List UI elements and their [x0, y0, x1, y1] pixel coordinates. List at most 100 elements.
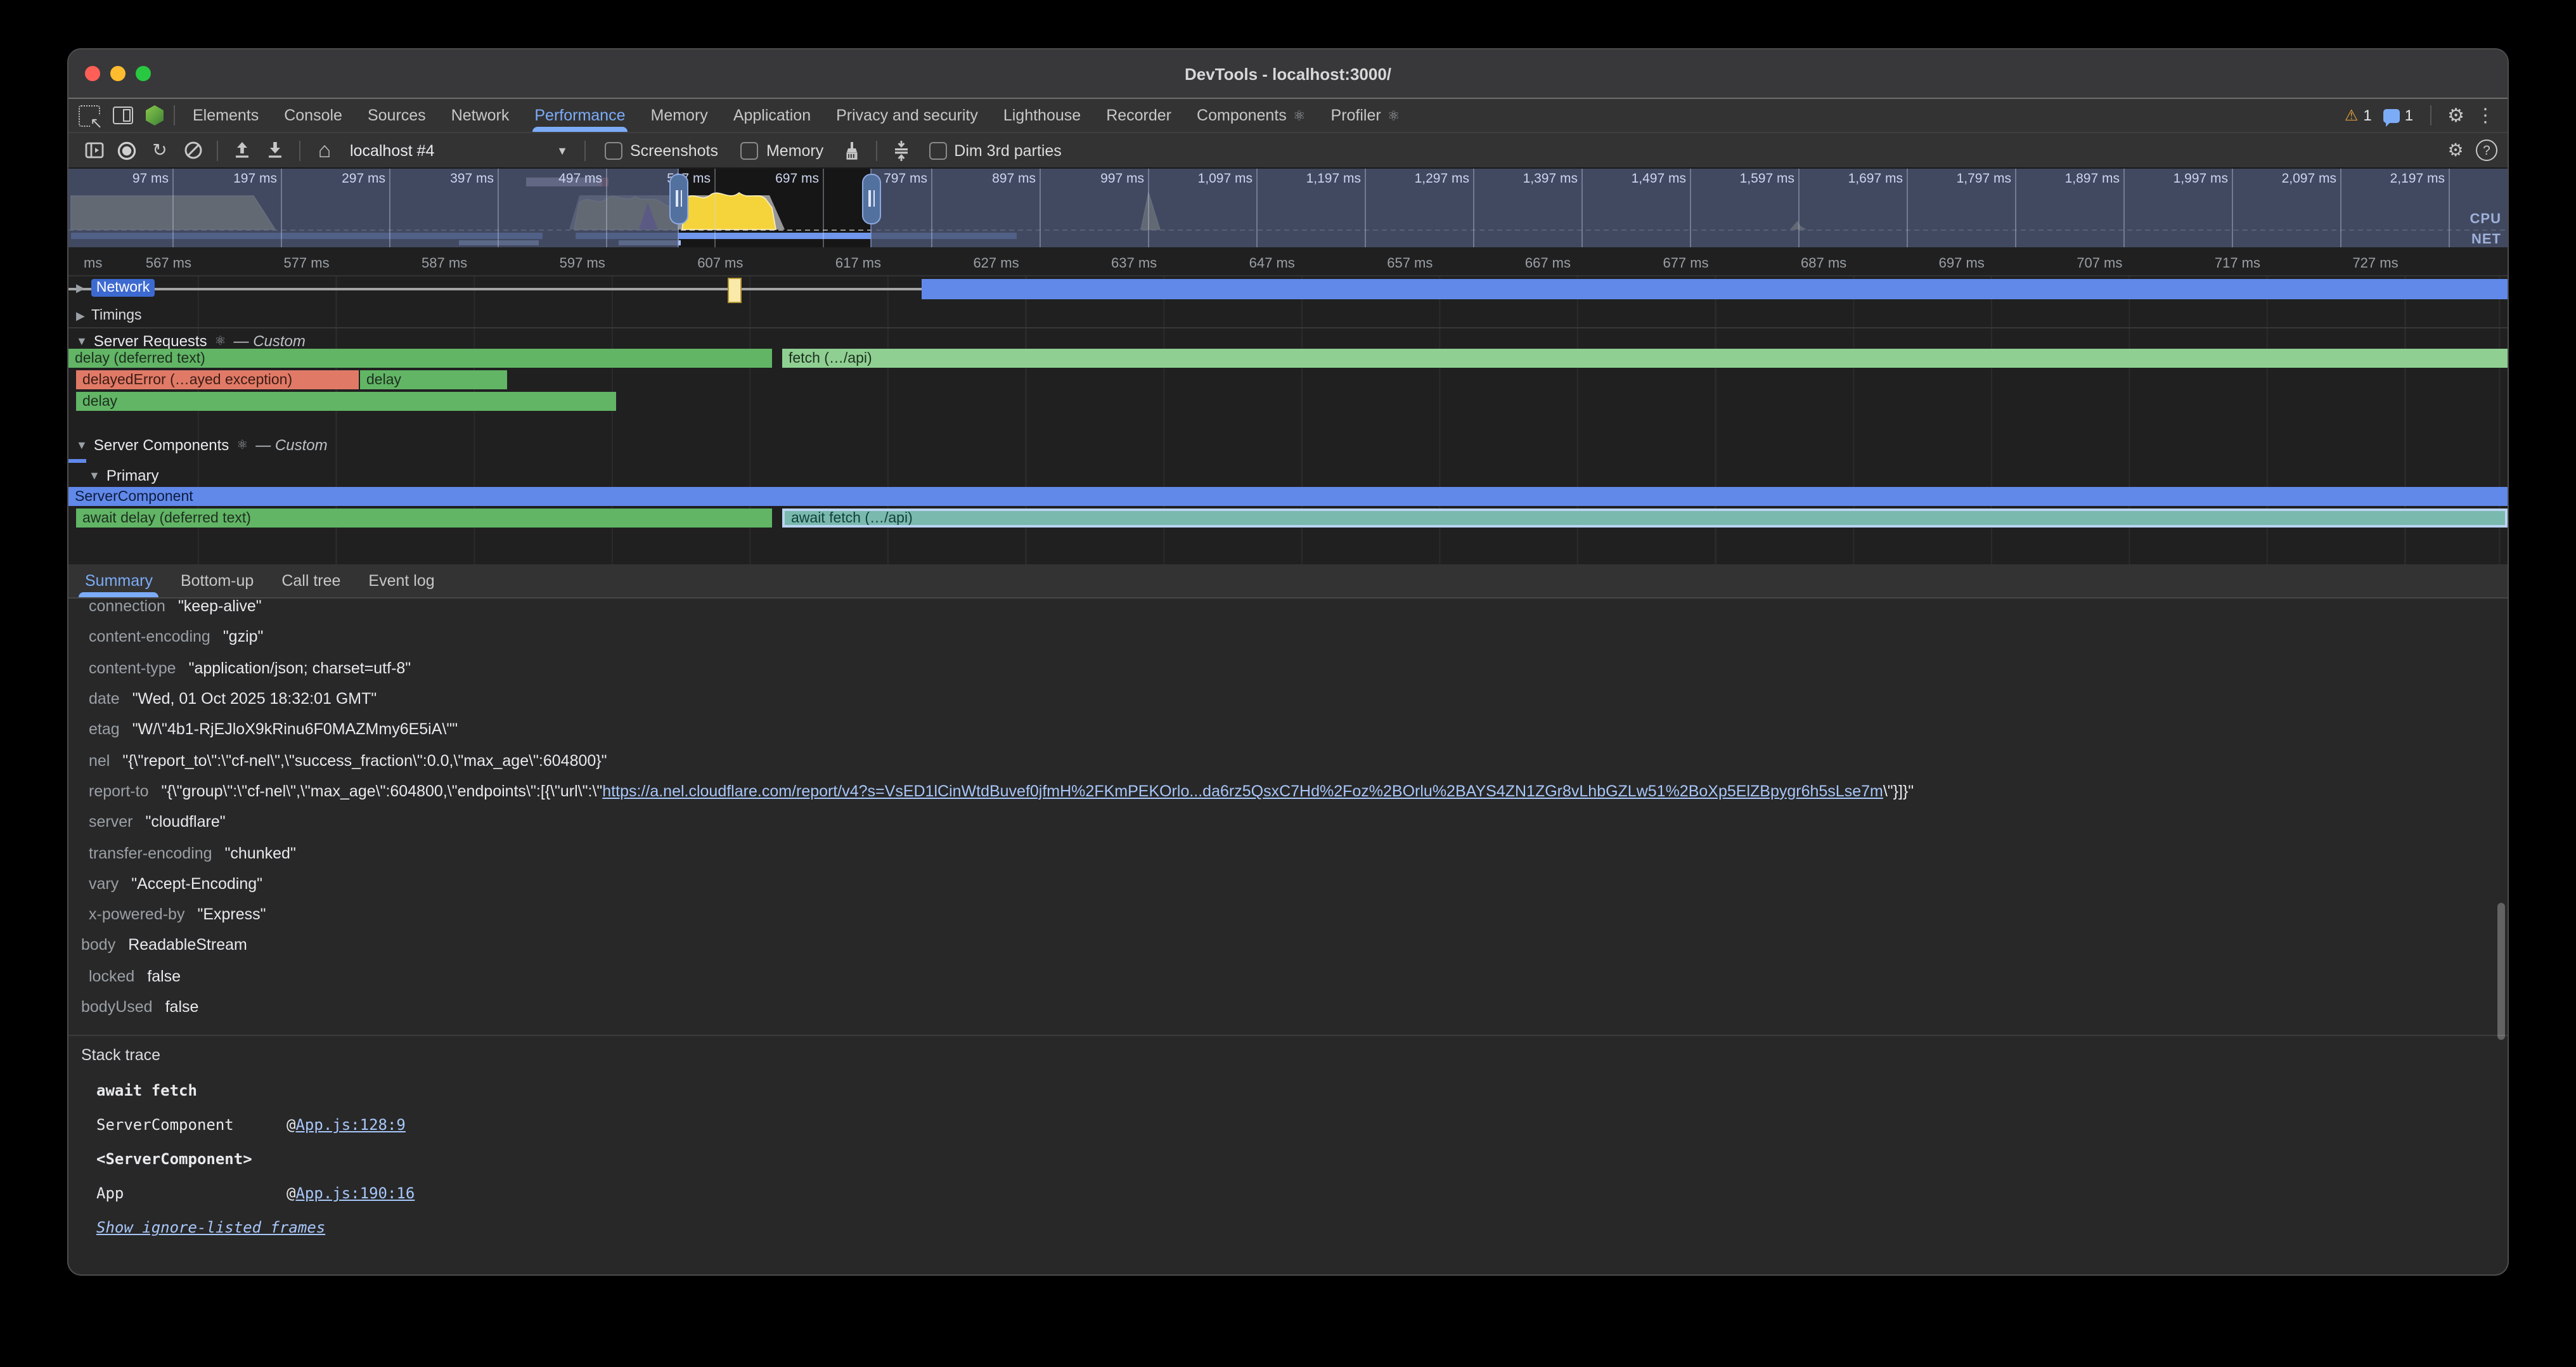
- detail-key: nel: [89, 751, 110, 769]
- ruler-tick-label: 727 ms: [2352, 256, 2404, 271]
- disclosure-triangle-icon[interactable]: ▶: [76, 309, 85, 323]
- flame-chart[interactable]: ▶ Network ▶Timings ▼ Server Requests ⚛ — …: [68, 276, 2508, 564]
- source-location-link[interactable]: App.js:128:9: [295, 1116, 405, 1134]
- tab-bottom-up[interactable]: Bottom-up: [167, 564, 267, 597]
- net-lane-label: NET: [2471, 232, 2501, 247]
- overview-tick-label: 1,797 ms: [1957, 171, 2016, 186]
- ruler-tick-label: 567 ms: [146, 256, 198, 271]
- disclosure-triangle-icon[interactable]: ▼: [76, 335, 87, 347]
- tab-sources[interactable]: Sources: [355, 99, 439, 132]
- flame-bar[interactable]: ServerComponent: [68, 487, 2508, 506]
- selection-left-handle[interactable]: [669, 174, 688, 224]
- inspect-element-icon[interactable]: [79, 105, 100, 126]
- download-profile-icon[interactable]: [260, 136, 290, 164]
- ruler-tick-label: 627 ms: [973, 256, 1025, 271]
- ruler-unit: ms: [84, 256, 102, 271]
- disclosure-triangle-icon[interactable]: ▼: [76, 439, 87, 451]
- tab-profiler[interactable]: Profiler⚛: [1318, 99, 1413, 132]
- tab-components[interactable]: Components⚛: [1184, 99, 1318, 132]
- tab-event-log[interactable]: Event log: [354, 564, 448, 597]
- scrollbar-thumb[interactable]: [2497, 903, 2505, 1040]
- memory-checkbox[interactable]: Memory: [731, 141, 834, 159]
- stack-frame-at: @: [287, 1184, 295, 1202]
- reload-record-button[interactable]: ↻: [145, 136, 175, 164]
- detail-row-server: server"cloudflare": [68, 807, 2508, 838]
- device-toolbar-icon[interactable]: [113, 107, 133, 124]
- home-icon[interactable]: ⌂: [309, 136, 340, 164]
- overview-tick-label: 1,397 ms: [1523, 171, 1583, 186]
- stack-trace-title: Stack trace: [81, 1046, 2508, 1064]
- shrink-view-icon[interactable]: [886, 136, 916, 164]
- flame-bar[interactable]: await fetch (…/api): [782, 509, 2508, 528]
- clear-button[interactable]: [177, 136, 208, 164]
- overview-tick-label: 1,297 ms: [1415, 171, 1474, 186]
- detail-key: etag: [89, 721, 120, 739]
- flame-bar[interactable]: fetch (…/api): [782, 349, 2508, 368]
- traffic-lights: [85, 66, 151, 81]
- show-ignore-listed-frames-link[interactable]: Show ignore-listed frames: [96, 1219, 325, 1236]
- ruler-tick-label: 657 ms: [1387, 256, 1439, 271]
- dim-3rd-parties-checkbox[interactable]: Dim 3rd parties: [918, 141, 1072, 159]
- issues-icon[interactable]: [2383, 108, 2400, 122]
- detail-value: false: [147, 967, 181, 985]
- tab-application[interactable]: Application: [721, 99, 823, 132]
- detail-value: "W/\"4b1-RjEJloX9kRinu6F0MAZMmy6E5iA\"": [132, 721, 458, 739]
- server-requests-track-header[interactable]: ▼ Server Requests ⚛ — Custom: [68, 332, 2508, 350]
- checkbox-box: [605, 141, 622, 159]
- tab-network[interactable]: Network: [439, 99, 522, 132]
- flame-bar[interactable]: delayedError (…ayed exception): [76, 370, 359, 389]
- source-location-link[interactable]: App.js:190:16: [295, 1184, 415, 1202]
- disclosure-triangle-icon[interactable]: ▶: [76, 281, 85, 295]
- detail-value: "cloudflare": [145, 813, 225, 831]
- details-tabbar: SummaryBottom-upCall treeEvent log: [68, 564, 2508, 599]
- detail-key: x-powered-by: [89, 905, 184, 923]
- settings-gear-icon[interactable]: ⚙: [2447, 104, 2464, 127]
- tab-performance[interactable]: Performance: [522, 99, 638, 132]
- network-track-label[interactable]: Network: [91, 279, 155, 297]
- detail-value: "application/json; charset=utf-8": [189, 659, 411, 677]
- ruler-tick-label: 617 ms: [835, 256, 887, 271]
- flame-bar[interactable]: await delay (deferred text): [76, 509, 772, 528]
- disclosure-triangle-icon[interactable]: ▼: [89, 469, 100, 482]
- tab-memory[interactable]: Memory: [638, 99, 721, 132]
- tab-elements[interactable]: Elements: [180, 99, 271, 132]
- tab-call-tree[interactable]: Call tree: [267, 564, 354, 597]
- timings-track[interactable]: ▶Timings: [68, 304, 2508, 328]
- screenshots-checkbox[interactable]: Screenshots: [595, 141, 728, 159]
- flame-bar[interactable]: delay (deferred text): [68, 349, 772, 368]
- upload-profile-icon[interactable]: [227, 136, 257, 164]
- selection-right-handle[interactable]: [862, 174, 881, 224]
- toggle-sidebar-icon[interactable]: [79, 136, 109, 164]
- detail-row-report-to: report-to"{\"group\":\"cf-nel\",\"max_ag…: [68, 776, 2508, 807]
- minimize-window-button[interactable]: [110, 66, 126, 81]
- help-icon[interactable]: ?: [2476, 139, 2497, 161]
- capture-settings-gear-icon[interactable]: ⚙: [2440, 136, 2471, 164]
- ruler-tick-label: 597 ms: [560, 256, 612, 271]
- timeline-overview[interactable]: 97 ms197 ms297 ms397 ms497 ms597 ms697 m…: [68, 167, 2508, 247]
- devtools-window: DevTools - localhost:3000/ ElementsConso…: [68, 49, 2508, 1274]
- kebab-menu-icon[interactable]: ⋮: [2476, 104, 2495, 127]
- collect-garbage-icon[interactable]: [836, 136, 866, 164]
- tab-lighthouse[interactable]: Lighthouse: [991, 99, 1093, 132]
- primary-subtrack-header[interactable]: ▼ Primary: [68, 467, 2508, 484]
- detail-value: "Express": [197, 905, 266, 923]
- record-button[interactable]: [112, 136, 142, 164]
- server-components-track-header[interactable]: ▼ Server Components ⚛ — Custom: [68, 436, 2508, 454]
- warning-icon[interactable]: ⚠: [2345, 107, 2359, 124]
- flame-bar[interactable]: delay: [360, 370, 507, 389]
- node-icon[interactable]: [146, 105, 164, 126]
- overview-tick-label: 2,097 ms: [2282, 171, 2341, 186]
- network-track[interactable]: ▶ Network: [68, 276, 2508, 302]
- custom-suffix: — Custom: [255, 436, 327, 454]
- report-to-url-link[interactable]: https://a.nel.cloudflare.com/report/v4?s…: [602, 782, 1883, 800]
- tab-recorder[interactable]: Recorder: [1093, 99, 1184, 132]
- close-window-button[interactable]: [85, 66, 100, 81]
- history-select[interactable]: localhost #4 ▼: [342, 138, 576, 163]
- tab-console[interactable]: Console: [271, 99, 355, 132]
- detail-row-nel: nel"{\"report_to\":\"cf-nel\",\"success_…: [68, 745, 2508, 776]
- tab-summary[interactable]: Summary: [71, 564, 167, 597]
- flame-bar[interactable]: delay: [76, 392, 616, 411]
- tab-privacy-and-security[interactable]: Privacy and security: [823, 99, 991, 132]
- summary-pane[interactable]: connection"keep-alive"content-encoding"g…: [68, 599, 2508, 1241]
- zoom-window-button[interactable]: [136, 66, 151, 81]
